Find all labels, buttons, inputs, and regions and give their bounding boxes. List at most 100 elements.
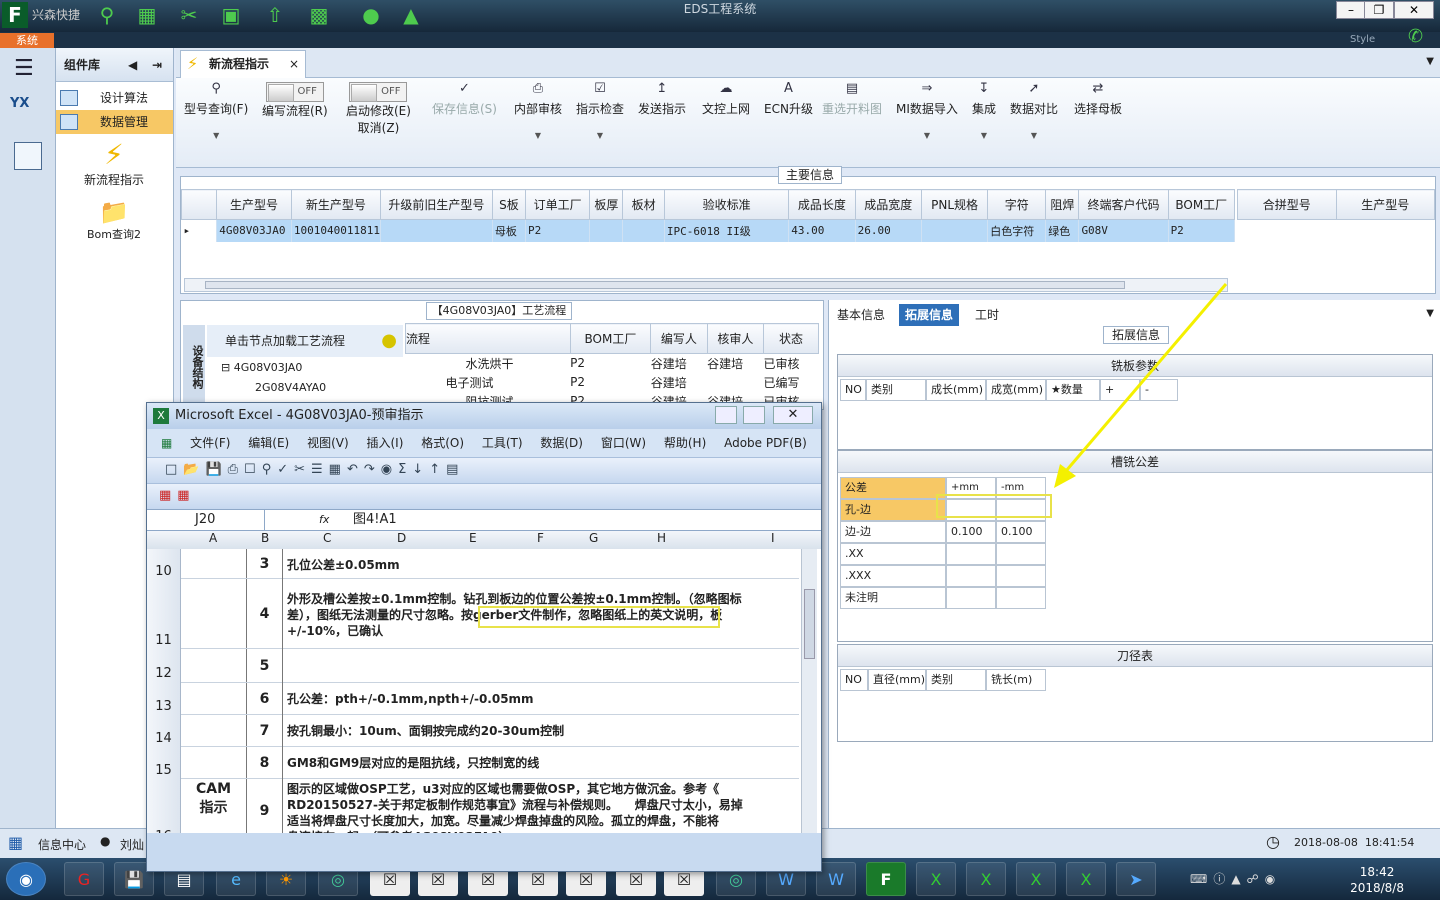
row-number[interactable]: 16 <box>147 779 181 833</box>
menu-data[interactable]: 数据(D) <box>540 436 583 450</box>
taskbar-clock[interactable]: 18:42 2018/8/8 <box>1350 864 1404 896</box>
internal-review-button[interactable]: ⎙ 内部审核 ▼ <box>514 82 562 141</box>
excel-icon[interactable]: X <box>966 862 1006 896</box>
col-header[interactable]: 流程 <box>405 323 571 354</box>
col-header[interactable]: E <box>469 531 477 545</box>
mi-import-button[interactable]: ⇒ MI数据导入 ▼ <box>896 82 958 141</box>
plus-tolerance-input[interactable] <box>946 587 996 609</box>
minus-tolerance-input[interactable] <box>996 565 1046 587</box>
col-header[interactable]: B <box>261 531 269 545</box>
toolbar-icons[interactable]: □📂💾⎙☐⚲✓✂☰▦↶↷◉Σ↓↑▤ <box>165 462 464 477</box>
dropdown-icon[interactable]: ▼ <box>1426 308 1434 319</box>
col-header[interactable]: 终端客户代码 <box>1078 189 1169 220</box>
cell[interactable]: 图示的区域做OSP工艺，u3对应的区域也需要做OSP，其它地方做沉金。参考《 R… <box>285 781 799 833</box>
cell[interactable]: 母板 <box>492 219 527 242</box>
word-icon[interactable]: W <box>816 862 856 896</box>
side-col-header[interactable]: 生产型号 <box>1335 189 1435 220</box>
comp-item-algorithm[interactable]: 设计算法 <box>56 86 173 110</box>
cell[interactable]: 26.00 <box>855 219 922 242</box>
select-master-button[interactable]: ⇄ 选择母板 <box>1074 82 1122 117</box>
spreadsheet-grid[interactable]: CAM 指示 10 3 孔位公差±0.05mm 11 4 外形及槽公差按±0.1… <box>147 549 821 833</box>
menu-tools[interactable]: 工具(T) <box>482 436 523 450</box>
table-row[interactable]: 13 6 孔公差：pth+/-0.1mm,npth+/-0.05mm <box>147 683 799 715</box>
table-row[interactable]: ▸ 4G08V03JA0 10010400118115 母板 P2 IPC-60… <box>181 219 1236 242</box>
cell[interactable]: 绿色 <box>1045 219 1080 242</box>
close-button[interactable]: ✕ <box>773 406 813 424</box>
check-instruction-button[interactable]: ☑ 指示检查 ▼ <box>576 82 624 141</box>
scroll-thumb[interactable] <box>804 589 815 659</box>
upload-doc-button[interactable]: ☁ 文控上网 <box>702 82 750 117</box>
formula-input[interactable]: 图4!A1 <box>353 510 397 530</box>
cell[interactable]: G08V <box>1078 219 1169 242</box>
table-row[interactable]: 12 5 <box>147 649 799 683</box>
col-header[interactable]: 板厚 <box>589 189 624 220</box>
col-header[interactable]: 升级前旧生产型号 <box>379 189 493 220</box>
info-center-label[interactable]: 信息中心 <box>38 836 86 853</box>
ecn-upgrade-button[interactable]: A ECN升级 <box>764 82 813 117</box>
close-button[interactable]: ✕ <box>1394 1 1434 19</box>
cell[interactable]: 9 <box>247 779 283 833</box>
cell[interactable]: 5 <box>247 649 283 683</box>
col-header[interactable]: 核审人 <box>706 323 765 354</box>
side-col-header[interactable]: 合拼型号 <box>1237 189 1337 220</box>
cell[interactable]: P2 <box>525 219 591 242</box>
cell[interactable] <box>589 219 624 242</box>
save-info-button[interactable]: ✓ 保存信息(S) <box>432 82 497 117</box>
scroll-thumb[interactable] <box>205 281 1125 289</box>
shortcut-bom-query[interactable]: 📁 Bom查询2 <box>56 198 172 242</box>
system-tab[interactable]: 系统 <box>0 33 54 48</box>
fx-icon[interactable]: fx <box>269 510 329 530</box>
cell[interactable]: 按孔铜最小：10um、面铜按完成约20-30um控制 <box>285 723 799 739</box>
cell[interactable] <box>921 219 989 242</box>
cell[interactable]: 43.00 <box>788 219 856 242</box>
cell[interactable]: 7 <box>247 715 283 747</box>
col-header[interactable]: H <box>657 531 666 545</box>
col-header[interactable]: 验收标准 <box>663 189 790 220</box>
phone-icon[interactable]: ✆ <box>1408 26 1423 47</box>
name-box[interactable]: J20 <box>155 510 265 530</box>
model-query-button[interactable]: ⚲ 型号查询(F) ▼ <box>184 82 248 141</box>
edit-flow-toggle[interactable]: OFF 编写流程(R) <box>262 82 328 119</box>
comp-item-data-management[interactable]: 数据管理 <box>56 110 173 134</box>
menu-help[interactable]: 帮助(H) <box>664 436 706 450</box>
col-header[interactable]: 成品长度 <box>788 189 856 220</box>
cell[interactable]: 4 <box>247 579 283 649</box>
cell[interactable] <box>622 219 665 242</box>
maximize-button[interactable] <box>743 406 765 424</box>
tab-dropdown-icon[interactable]: ▼ <box>1426 56 1434 67</box>
row-number[interactable]: 13 <box>147 683 181 715</box>
plus-tolerance-input[interactable]: 0.100 <box>946 521 996 543</box>
col-header[interactable]: F <box>537 531 544 545</box>
col-header[interactable]: 阻焊 <box>1045 189 1080 220</box>
menu-view[interactable]: 视图(V) <box>307 436 349 450</box>
menu-icon[interactable]: ☰ <box>14 56 34 81</box>
menu-format[interactable]: 格式(O) <box>421 436 464 450</box>
minus-tolerance-input[interactable] <box>996 543 1046 565</box>
collapse-icon[interactable]: ◀ <box>128 48 137 82</box>
col-header[interactable]: 订单工厂 <box>525 189 591 220</box>
cell[interactable]: 白色字符 <box>987 219 1047 242</box>
col-header[interactable]: C <box>323 531 331 545</box>
row-number[interactable]: 14 <box>147 715 181 747</box>
tree-node[interactable]: 2G08V4AYA0 <box>255 381 326 394</box>
integrate-button[interactable]: ↧ 集成 ▼ <box>972 82 996 141</box>
menu-window[interactable]: 窗口(W) <box>601 436 646 450</box>
col-header[interactable]: 成品宽度 <box>854 189 922 220</box>
minimize-button[interactable]: – <box>1336 1 1366 19</box>
side-tab-structure[interactable]: 设备结构 <box>183 325 205 409</box>
menu-insert[interactable]: 插入(I) <box>366 436 403 450</box>
shortcut-new-flow[interactable]: ⚡ 新流程指示 <box>56 138 172 188</box>
menu-adobe-pdf[interactable]: Adobe PDF(B) <box>724 436 807 450</box>
tab-basic-info[interactable]: 基本信息 <box>831 304 891 326</box>
table-row[interactable]: 10 3 孔位公差±0.05mm <box>147 549 799 579</box>
cell[interactable] <box>380 219 493 242</box>
col-header[interactable]: 状态 <box>763 323 819 354</box>
eds-app-icon[interactable]: F <box>866 862 906 896</box>
report-icon[interactable] <box>14 142 42 170</box>
pdf-icon[interactable]: ▦▦ <box>159 488 196 503</box>
row-number[interactable]: 12 <box>147 649 181 683</box>
start-modify-toggle[interactable]: OFF 启动修改(E) 取消(Z) <box>346 82 411 136</box>
tab-work-hours[interactable]: 工时 <box>969 304 1005 326</box>
app-g-icon[interactable]: G <box>64 862 104 896</box>
compare-button[interactable]: ➚ 数据对比 ▼ <box>1010 82 1058 141</box>
